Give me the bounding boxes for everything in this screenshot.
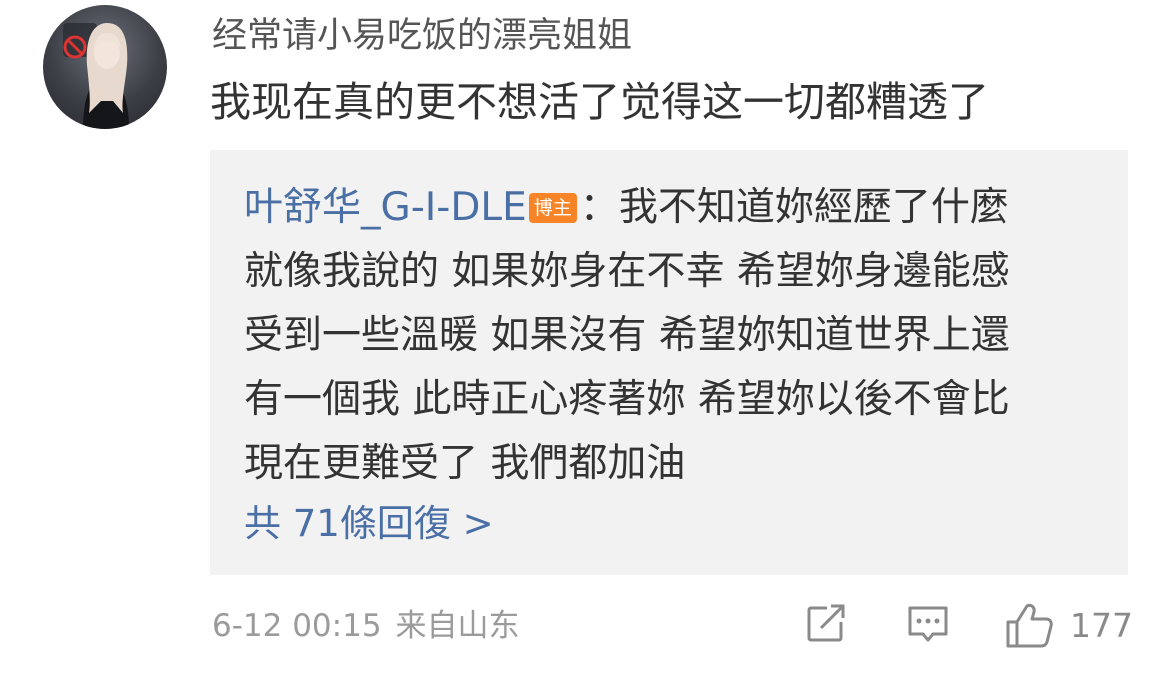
view-replies-link[interactable]: 共 71條回復 > xyxy=(244,496,494,552)
reply-text-line: 我不知道妳經歷了什麼 xyxy=(618,185,1009,230)
reply-author-name[interactable]: 叶舒华_G-I-DLE xyxy=(244,185,527,230)
comment-button[interactable] xyxy=(905,600,951,652)
avatar-image xyxy=(63,23,129,129)
like-count: 177 xyxy=(1070,606,1133,645)
comment-text: 我现在真的更不想活了觉得这一切都糟透了 xyxy=(210,78,989,126)
thumbs-up-icon xyxy=(1006,603,1053,648)
reply-preview-box[interactable]: 叶舒华_G-I-DLE 博主 ：我不知道妳經歷了什麼 就像我說的 如果妳身在不幸 希… xyxy=(210,150,1128,575)
forward-button[interactable] xyxy=(803,600,849,652)
comment-meta: 6-12 00:15 来自山东 xyxy=(212,604,520,648)
comment-timestamp: 6-12 00:15 xyxy=(212,608,382,644)
author-badge: 博主 xyxy=(528,193,577,223)
reply-text-line: 受到一些溫暖 如果沒有 希望妳知道世界上還 xyxy=(244,313,1010,358)
reply-body: 叶舒华_G-I-DLE 博主 ：我不知道妳經歷了什麼 就像我說的 如果妳身在不幸 希… xyxy=(244,176,1104,496)
reply-text-line: 就像我說的 如果妳身在不幸 希望妳身邊能感 xyxy=(244,249,1010,294)
share-arrow-icon xyxy=(807,604,845,642)
user-avatar[interactable] xyxy=(43,5,167,129)
reply-separator: ： xyxy=(579,185,619,230)
like-button[interactable]: 177 xyxy=(1004,600,1133,652)
reply-text-line: 有一個我 此時正心疼著妳 希望妳以後不會比 xyxy=(244,377,1010,422)
comment-username[interactable]: 经常请小易吃饭的漂亮姐姐 xyxy=(212,12,632,60)
comment-location: 来自山东 xyxy=(395,608,520,644)
reply-text-line: 現在更難受了 我們都加油 xyxy=(244,441,686,486)
reply-line: 叶舒华_G-I-DLE 博主 ：我不知道妳經歷了什麼 xyxy=(244,176,1104,240)
comment-bubble-icon xyxy=(908,606,948,642)
